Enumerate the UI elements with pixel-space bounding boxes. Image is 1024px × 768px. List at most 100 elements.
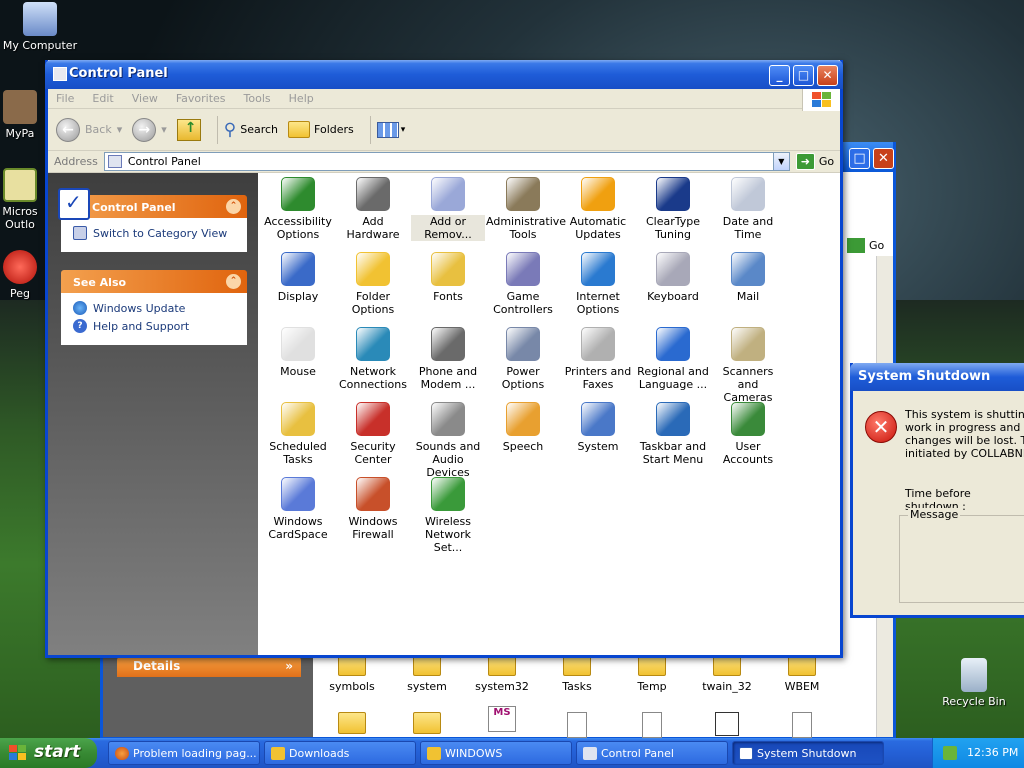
maximize-button[interactable]: □ [793,65,814,86]
cp-item-add-hardware[interactable]: Add Hardware [336,177,410,241]
cp-item-icon [581,252,615,286]
clock[interactable]: 12:36 PM [967,746,1018,759]
control-panel-box-header[interactable]: ✓ Control Panel ⌃ [58,188,247,220]
cp-item-fonts[interactable]: Fonts [411,252,485,303]
menu-help[interactable]: Help [289,92,314,105]
bg-file[interactable]: Temp [617,654,687,693]
cp-item-keyboard[interactable]: Keyboard [636,252,710,303]
cp-item-label-line1: Accessibility [264,215,332,228]
bg-file[interactable] [767,712,837,738]
folders-button[interactable]: Folders [288,121,354,138]
bg-file[interactable]: Tasks [542,654,612,693]
cp-item-sounds-and-audio-devices[interactable]: Sounds and Audio Devices [411,402,485,479]
taskbar-button-firefox[interactable]: Problem loading pag... [108,741,260,765]
desktop-icon-recycle-bin[interactable]: Recycle Bin [934,658,1014,708]
cp-item-system[interactable]: System [561,402,635,453]
menu-favorites[interactable]: Favorites [176,92,226,105]
collapse-icon[interactable]: ⌃ [226,274,241,289]
cp-item-windows-cardspace[interactable]: Windows CardSpace [261,477,335,541]
taskbar-button-control-panel[interactable]: Control Panel [576,741,728,765]
cp-item-wireless-network-set[interactable]: Wireless Network Set... [411,477,485,554]
bg-file[interactable]: system [392,654,462,693]
cp-item-cleartype-tuning[interactable]: ClearType Tuning [636,177,710,241]
window-titlebar[interactable]: Control Panel _ □ ✕ [45,60,843,89]
task-label: WINDOWS [445,747,503,760]
menu-edit[interactable]: Edit [92,92,113,105]
cp-item-printers-and-faxes[interactable]: Printers and Faxes [561,327,635,391]
cp-item-phone-and-modem[interactable]: Phone and Modem ... [411,327,485,391]
cp-item-add-or-remov[interactable]: Add or Remov... [411,177,485,241]
cp-item-user-accounts[interactable]: User Accounts [711,402,785,466]
cp-item-automatic-updates[interactable]: Automatic Updates [561,177,635,241]
bg-file[interactable] [392,712,462,738]
cp-item-scanners-and-cameras[interactable]: Scanners and Cameras [711,327,785,404]
views-button[interactable]: ▾ [376,121,405,138]
bg-file[interactable]: MS [467,706,537,732]
cp-item-label: Printers and Faxes [561,365,635,391]
bg-file[interactable] [617,712,687,738]
up-button[interactable]: ↑ [176,118,201,141]
desktop-icon-label: My Computer [2,39,78,52]
control-panel-window[interactable]: Control Panel _ □ ✕ File Edit View Favor… [45,60,843,658]
cp-item-icon [506,177,540,211]
taskbar-button-system-shutdown[interactable]: System Shutdown [732,741,884,765]
address-input[interactable]: Control Panel ▼ [103,152,790,171]
bg-go-button[interactable]: Go [847,238,884,253]
bg-file[interactable] [692,712,762,736]
bg-close-button[interactable]: ✕ [873,148,894,169]
cp-item-speech[interactable]: Speech [486,402,560,453]
cp-item-mouse[interactable]: Mouse [261,327,335,378]
menu-view[interactable]: View [132,92,158,105]
menu-tools[interactable]: Tools [244,92,271,105]
minimize-button[interactable]: _ [769,65,790,86]
cp-item-scheduled-tasks[interactable]: Scheduled Tasks [261,402,335,466]
menu-file[interactable]: File [56,92,74,105]
cp-item-label-line2: Network Set... [425,528,471,554]
cp-item-power-options[interactable]: Power Options [486,327,560,391]
cp-item-game-controllers[interactable]: Game Controllers [486,252,560,316]
taskbar-button-downloads[interactable]: Downloads [264,741,416,765]
cp-item-display[interactable]: Display [261,252,335,303]
cp-item-network-connections[interactable]: Network Connections [336,327,410,391]
cp-item-accessibility-options[interactable]: Accessibility Options [261,177,335,241]
bg-file[interactable]: WBEM [767,654,837,693]
switch-category-view-link[interactable]: Switch to Category View [73,226,237,240]
cp-item-folder-options[interactable]: Folder Options [336,252,410,316]
network-icon[interactable] [943,746,957,760]
desktop-icon-peg[interactable]: Peg [0,250,50,300]
address-dropdown-button[interactable]: ▼ [772,153,789,170]
windows-update-link[interactable]: Windows Update [73,301,237,315]
back-button[interactable]: ← Back ▾ [56,117,122,142]
bg-maximize-button[interactable]: □ [849,148,870,169]
collapse-icon[interactable]: ⌃ [226,199,241,214]
search-button[interactable]: ⚲ Search [224,120,278,140]
bg-details-header[interactable]: Details » [117,657,301,677]
start-button[interactable]: start [0,738,97,768]
see-also-header[interactable]: See Also ⌃ [61,270,247,293]
cp-item-icon [431,477,465,511]
bg-file[interactable] [317,712,387,738]
desktop-icon-my-computer[interactable]: My Computer [0,2,80,52]
bg-file[interactable] [542,712,612,738]
desktop-icon-outlook[interactable]: Micros Outlo [0,168,50,231]
close-button[interactable]: ✕ [817,65,838,86]
dialog-titlebar[interactable]: System Shutdown [850,363,1024,391]
bg-file[interactable]: twain_32 [692,654,762,693]
desktop-icon-mypa[interactable]: MyPa [0,90,50,140]
cp-item-label-line1: Mouse [280,365,316,378]
taskbar-button-windows[interactable]: WINDOWS [420,741,572,765]
bg-file[interactable]: system32 [467,654,537,693]
cp-item-internet-options[interactable]: Internet Options [561,252,635,316]
system-shutdown-dialog[interactable]: System Shutdown ✕ This system is shuttin… [850,363,1024,618]
cp-item-windows-firewall[interactable]: Windows Firewall [336,477,410,541]
cp-item-mail[interactable]: Mail [711,252,785,303]
cp-item-taskbar-and-start-menu[interactable]: Taskbar and Start Menu [636,402,710,466]
help-support-link[interactable]: ? Help and Support [73,319,237,333]
bg-file[interactable]: symbols [317,654,387,693]
cp-item-security-center[interactable]: Security Center [336,402,410,466]
cp-item-administrative-tools[interactable]: Administrative Tools [486,177,566,241]
forward-button[interactable]: → ▾ [132,117,167,142]
cp-item-date-and-time[interactable]: Date and Time [711,177,785,241]
cp-item-regional-and-language[interactable]: Regional and Language ... [636,327,710,391]
go-button[interactable]: ➜ Go [795,153,834,170]
